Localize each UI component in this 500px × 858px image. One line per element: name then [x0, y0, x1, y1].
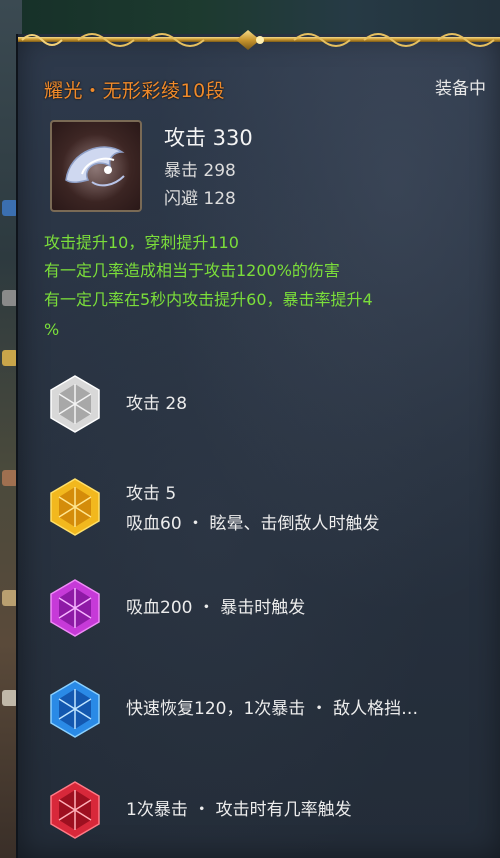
gem-stat-text: 吸血60 ・ 眩晕、击倒敌人时触发 — [126, 514, 380, 534]
gem-row-blue: 快速恢复120，1次暴击 ・ 敌人格挡… — [48, 679, 488, 739]
weapon-icon — [50, 120, 142, 212]
gem-row-white: 攻击 28 — [48, 374, 488, 434]
effect-line: 有一定几率造成相当于攻击1200%的伤害 — [44, 261, 340, 280]
gem-row-red: 1次暴击 ・ 攻击时有几率触发 — [48, 780, 488, 840]
gem-stat-text: 1次暴击 ・ 攻击时有几率触发 — [126, 800, 352, 820]
equipped-status: 装备中 — [435, 79, 486, 99]
item-tooltip-panel: 耀光・无形彩绫10段 装备中 攻击 330 暴击 298 闪避 128 攻击提升… — [16, 30, 500, 858]
game-world-background-top — [0, 0, 500, 36]
gem-row-yellow: 攻击 5 吸血60 ・ 眩晕、击倒敌人时触发 — [48, 477, 488, 537]
sub-stat-evade: 闪避 128 — [164, 189, 236, 209]
yellow-gem-icon — [50, 478, 100, 536]
white-gem-icon — [50, 375, 100, 433]
main-stat: 攻击 330 — [164, 126, 253, 150]
gem-stat-text: 攻击 5 — [126, 484, 177, 504]
blue-gem-icon — [50, 680, 100, 738]
gem-row-purple: 吸血200 ・ 暴击时触发 — [48, 578, 488, 638]
gem-stat-text: 吸血200 ・ 暴击时触发 — [126, 598, 306, 618]
effect-line: % — [44, 320, 60, 339]
gem-stat-text: 攻击 28 — [126, 394, 188, 414]
effect-line: 有一定几率在5秒内攻击提升60，暴击率提升4 — [44, 290, 373, 309]
gem-stat-text: 快速恢复120，1次暴击 ・ 敌人格挡… — [126, 699, 419, 719]
effect-line: 攻击提升10，穿刺提升110 — [44, 233, 239, 252]
red-gem-icon — [50, 781, 100, 839]
sub-stat-crit: 暴击 298 — [164, 161, 236, 181]
purple-gem-icon — [50, 579, 100, 637]
item-title: 耀光・无形彩绫10段 — [44, 80, 226, 102]
